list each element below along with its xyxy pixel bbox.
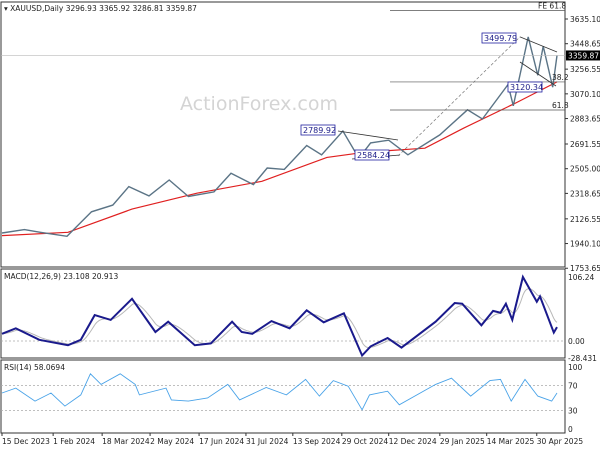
date-tick-label: 1 Feb 2024 <box>53 437 95 446</box>
date-tick-label: 15 Dec 2023 <box>2 437 50 446</box>
price-tick-label: 2318.65 <box>570 189 600 198</box>
symbol: XAUUSD,Daily <box>10 4 64 13</box>
price-tick-label: 3635.10 <box>570 15 600 24</box>
date-tick-label: 17 Jun 2024 <box>199 437 244 446</box>
price-panel <box>0 1 566 268</box>
price-label: 3120.34 <box>510 83 543 92</box>
price-tick-label: 3070.10 <box>570 90 600 99</box>
date-tick-label: 14 Mar 2025 <box>487 437 535 446</box>
date-tick-label: 2 May 2024 <box>150 437 194 446</box>
price-tick-label: 3448.65 <box>570 40 600 49</box>
date-tick-label: 29 Jan 2025 <box>440 437 485 446</box>
price-label: 2789.92 <box>303 126 336 135</box>
price-tick-label: 1753.65 <box>570 264 600 273</box>
price-tick-label: 1940.10 <box>570 240 600 249</box>
macd-title: MACD(12,26,9) 23.108 20.913 <box>4 272 118 281</box>
chart-canvas: ActionForex.com ▾ XAUUSD,Daily 3296.93 3… <box>0 1 600 446</box>
date-tick-label: 12 Dec 2024 <box>389 437 437 446</box>
price-tick-label: 2883.65 <box>570 115 600 124</box>
macd-panel <box>0 268 566 359</box>
rsi-tick-label: 0 <box>568 425 573 434</box>
price-label: 2584.24 <box>357 151 390 160</box>
macd-tick-label: -28.431 <box>568 354 597 363</box>
rsi-tick-label: 30 <box>568 406 578 415</box>
price-tick-label: 2126.55 <box>570 215 600 224</box>
macd-tick-label: 106.24 <box>568 273 594 282</box>
date-tick-label: 31 Jul 2024 <box>246 437 289 446</box>
date-tick-label: 13 Sep 2024 <box>293 437 341 446</box>
macd-tick-label: 0.00 <box>568 337 585 346</box>
fib-label-fe618: FE 61.8 <box>538 1 566 10</box>
price-tick-label: 2505.00 <box>570 165 600 174</box>
rsi-title: RSI(14) 58.0694 <box>4 363 65 372</box>
rsi-tick-label: 70 <box>568 382 578 391</box>
price-tick-label: 2691.55 <box>570 140 600 149</box>
price-label: 3499.79 <box>484 34 517 43</box>
fib-label-382: 38.2 <box>552 73 569 82</box>
date-tick-label: 18 Mar 2024 <box>102 437 150 446</box>
rsi-panel <box>0 359 566 434</box>
date-tick-label: 30 Apr 2025 <box>537 437 584 446</box>
watermark: ActionForex.com <box>180 93 338 115</box>
current-price-label: 3359.87 <box>568 51 599 60</box>
chart-header: ▾ XAUUSD,Daily 3296.93 3365.92 3286.81 3… <box>4 4 197 13</box>
rsi-tick-label: 100 <box>568 363 583 372</box>
ohlc-values: 3296.93 3365.92 3286.81 3359.87 <box>66 4 197 13</box>
fib-label-618: 61.8 <box>552 101 569 110</box>
price-tick-label: 3256.55 <box>570 65 600 74</box>
date-tick-label: 29 Oct 2024 <box>342 437 389 446</box>
